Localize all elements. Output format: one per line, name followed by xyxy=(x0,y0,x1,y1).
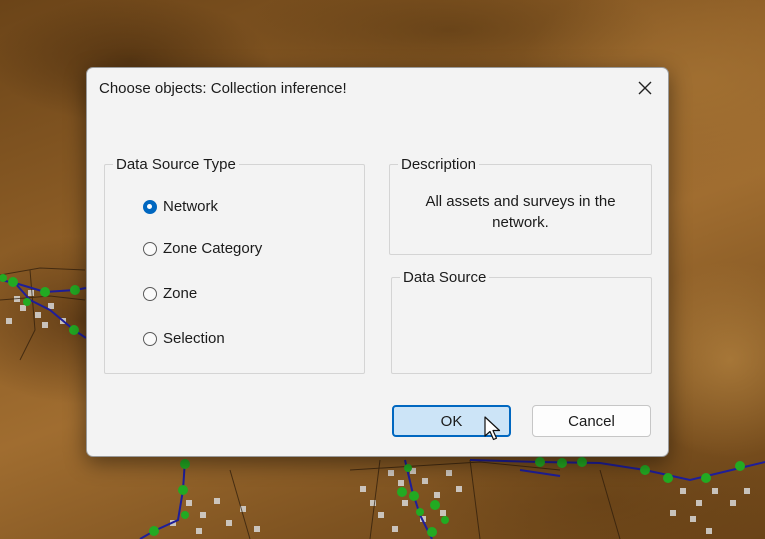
description-group: Description All assets and surveys in th… xyxy=(389,156,652,255)
radio-unchecked-icon xyxy=(143,286,157,301)
description-text: All assets and surveys in the network. xyxy=(425,193,616,231)
description-legend: Description xyxy=(401,156,477,173)
radio-unchecked-icon xyxy=(143,241,157,256)
data-source-group: Data Source xyxy=(391,269,652,374)
radio-zone-label: Zone xyxy=(163,285,198,302)
radio-unchecked-icon xyxy=(143,331,157,346)
radio-zone-category[interactable]: Zone Category xyxy=(143,240,262,257)
data-source-legend: Data Source xyxy=(403,269,487,286)
radio-selection[interactable]: Selection xyxy=(143,330,225,347)
dialog-title: Choose objects: Collection inference! xyxy=(99,80,347,97)
close-icon xyxy=(638,81,652,95)
cancel-button[interactable]: Cancel xyxy=(532,405,651,437)
data-source-type-group: Data Source Type Network Zone Category Z… xyxy=(104,156,365,374)
radio-checked-icon xyxy=(143,199,157,214)
data-source-type-legend: Data Source Type xyxy=(116,156,236,173)
radio-zone-category-label: Zone Category xyxy=(163,240,263,257)
mouse-pointer-icon xyxy=(484,416,501,441)
close-button[interactable] xyxy=(630,74,660,102)
radio-zone[interactable]: Zone xyxy=(143,285,197,302)
radio-selection-label: Selection xyxy=(163,330,225,347)
choose-objects-dialog: Choose objects: Collection inference! Da… xyxy=(86,67,669,457)
radio-network-label: Network xyxy=(163,198,219,215)
radio-network[interactable]: Network xyxy=(143,198,218,215)
